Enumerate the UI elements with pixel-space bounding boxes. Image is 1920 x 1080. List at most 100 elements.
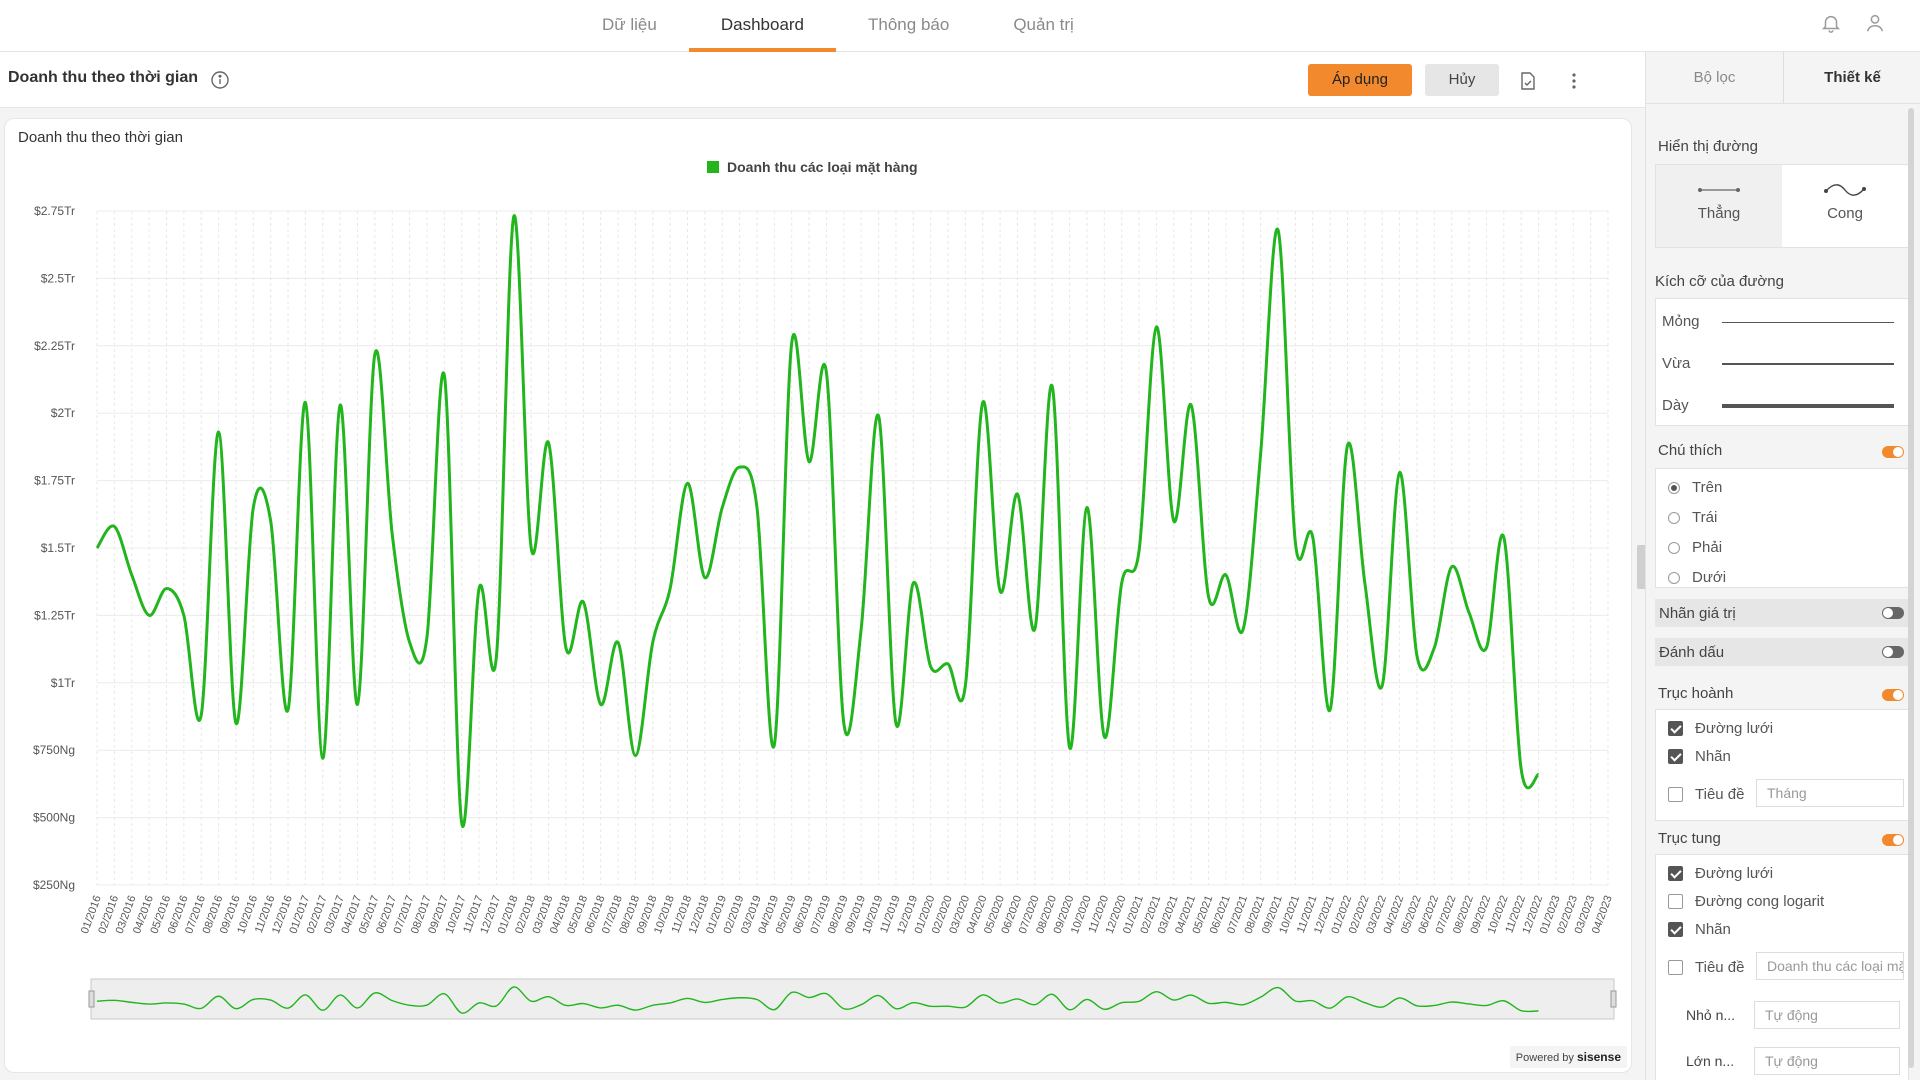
y-min-input[interactable]: Tự động <box>1754 1001 1900 1029</box>
main-tabs: Dữ liệu Dashboard Thông báo Quản trị <box>570 0 1106 52</box>
tab-filters[interactable]: Bộ lọc <box>1646 52 1783 103</box>
range-navigator <box>90 978 1615 1020</box>
legend-top-option[interactable]: Trên <box>1668 479 1722 496</box>
user-icon[interactable] <box>1864 12 1886 34</box>
straight-line-icon <box>1698 188 1740 192</box>
line-type-selector: Thẳng Cong <box>1655 164 1909 248</box>
curved-line-icon <box>1824 184 1866 196</box>
x-labels-label: Nhãn <box>1695 748 1731 765</box>
x-axis-options: Đường lưới Nhãn Tiêu đề Tháng <box>1655 709 1909 821</box>
size-thin-label[interactable]: Mỏng <box>1662 313 1700 330</box>
y-tick-label: $250Ng <box>33 878 75 892</box>
tab-du-lieu[interactable]: Dữ liệu <box>570 0 689 52</box>
y-tick-label: $1Tr <box>51 676 75 690</box>
markers-toggle[interactable] <box>1882 646 1904 658</box>
legend-top-label: Trên <box>1692 479 1723 496</box>
more-icon[interactable] <box>1563 70 1585 92</box>
line-type-curved[interactable]: Cong <box>1782 165 1908 247</box>
radio-top[interactable] <box>1668 481 1680 494</box>
x-labels-option[interactable]: Nhãn <box>1668 748 1731 765</box>
y-gridlines-option[interactable]: Đường lưới <box>1668 865 1773 882</box>
y-gridlines-label: Đường lưới <box>1695 865 1774 882</box>
y-min-label: Nhỏ n... <box>1686 1007 1736 1023</box>
straight-label: Thẳng <box>1697 205 1741 222</box>
y-title-option[interactable]: Tiêu đề <box>1668 959 1744 976</box>
tab-dashboard[interactable]: Dashboard <box>688 0 837 52</box>
x-title-option[interactable]: Tiêu đề <box>1668 786 1744 803</box>
tab-design[interactable]: Thiết kế <box>1783 52 1920 103</box>
y-tick-label: $2.25Tr <box>34 339 75 353</box>
y-log-checkbox[interactable] <box>1668 894 1683 909</box>
y-axis-options: Đường lưới Đường cong logarit Nhãn Tiêu … <box>1655 854 1909 1080</box>
y-title-checkbox[interactable] <box>1668 960 1683 975</box>
y-gridlines-checkbox[interactable] <box>1668 866 1683 881</box>
x-title-label: Tiêu đề <box>1695 786 1745 803</box>
y-max-label: Lớn n... <box>1686 1053 1735 1069</box>
size-medium-sample[interactable] <box>1722 363 1894 365</box>
y-tick-label: $750Ng <box>33 743 75 757</box>
tab-quan-tri[interactable]: Quản trị <box>981 0 1105 52</box>
size-medium-label[interactable]: Vừa <box>1662 355 1690 372</box>
bell-icon[interactable] <box>1820 12 1842 34</box>
widget-title: Doanh thu theo thời gian <box>8 69 199 86</box>
brand-logo: sisense <box>1576 1050 1621 1064</box>
legend-right-label: Phải <box>1692 539 1723 556</box>
radio-bottom[interactable] <box>1668 571 1680 584</box>
line-type-straight[interactable]: Thẳng <box>1656 165 1782 247</box>
line-size-selector: Mỏng Vừa Dày <box>1655 298 1909 426</box>
size-thin-sample[interactable] <box>1722 322 1894 323</box>
legend-right-option[interactable]: Phải <box>1668 539 1722 556</box>
value-labels-label: Nhãn giá trị <box>1659 605 1736 622</box>
powered-by-badge: Powered by sisense <box>1509 1046 1627 1068</box>
y-tick-label: $2.5Tr <box>41 271 75 285</box>
y-tick-label: $2Tr <box>51 406 75 420</box>
y-tick-label: $500Ng <box>33 811 75 825</box>
radio-left[interactable] <box>1668 511 1680 524</box>
size-thick-label[interactable]: Dày <box>1662 397 1689 414</box>
x-axis-toggle[interactable] <box>1882 689 1904 701</box>
y-axis-label: Trục tung <box>1658 830 1721 847</box>
y-log-option[interactable]: Đường cong logarit <box>1668 893 1824 910</box>
series-line <box>95 214 1541 828</box>
x-gridlines-option[interactable]: Đường lưới <box>1668 720 1773 737</box>
y-labels-checkbox[interactable] <box>1668 922 1683 937</box>
line-chart: $250Ng $500Ng $750Ng $1Tr $1.25Tr $1.5Tr $1.75… <box>33 159 1617 1020</box>
info-icon[interactable] <box>210 70 230 90</box>
legend-bottom-option[interactable]: Dưới <box>1668 569 1726 586</box>
x-title-input[interactable]: Tháng <box>1756 779 1904 807</box>
y-title-input[interactable]: Doanh thu các loại mặt hàng <box>1756 952 1904 980</box>
legend-swatch <box>707 161 719 173</box>
x-labels-checkbox[interactable] <box>1668 749 1683 764</box>
y-labels-label: Nhãn <box>1695 921 1731 938</box>
cancel-button[interactable]: Hủy <box>1425 64 1499 96</box>
legend-left-option[interactable]: Trái <box>1668 509 1717 526</box>
y-axis-toggle[interactable] <box>1882 834 1904 846</box>
legend-label: Doanh thu các loại mặt hàng <box>727 159 918 175</box>
apply-button[interactable]: Áp dụng <box>1308 64 1412 96</box>
tab-thong-bao[interactable]: Thông báo <box>836 0 981 52</box>
x-title-checkbox[interactable] <box>1668 787 1683 802</box>
design-panel: Bộ lọc Thiết kế Hiển thị đường Thẳng Con… <box>1645 52 1920 1080</box>
widget-toolbar: Doanh thu theo thời gian Áp dụng Hủy <box>0 52 1645 108</box>
legend-label: Chú thích <box>1658 442 1723 459</box>
top-navigation: Dữ liệu Dashboard Thông báo Quản trị <box>0 0 1920 52</box>
panel-scrollbar[interactable] <box>1908 108 1914 1068</box>
chart-panel: Doanh thu theo thời gian $250Ng $500Ng $75… <box>4 118 1632 1073</box>
radio-right[interactable] <box>1668 541 1680 554</box>
size-thick-sample[interactable] <box>1722 404 1894 408</box>
line-display-label: Hiển thị đường <box>1658 138 1758 155</box>
value-labels-toggle[interactable] <box>1882 607 1904 619</box>
y-tick-label: $1.75Tr <box>34 474 75 488</box>
markers-label: Đánh dấu <box>1659 644 1725 661</box>
x-axis-label: Trục hoành <box>1658 685 1734 702</box>
legend-toggle[interactable] <box>1882 446 1904 458</box>
x-gridlines-checkbox[interactable] <box>1668 721 1683 736</box>
y-max-input[interactable]: Tự động <box>1754 1047 1900 1075</box>
powered-by-text: Powered by <box>1515 1052 1574 1064</box>
navigator-left-handle <box>88 990 95 1008</box>
x-gridlines-label: Đường lưới <box>1695 720 1774 737</box>
y-labels-option[interactable]: Nhãn <box>1668 921 1731 938</box>
legend-position-box: Trên Trái Phải Dưới <box>1655 468 1909 588</box>
value-labels-row: Nhãn giá trị <box>1655 599 1909 627</box>
export-icon[interactable] <box>1517 70 1539 92</box>
